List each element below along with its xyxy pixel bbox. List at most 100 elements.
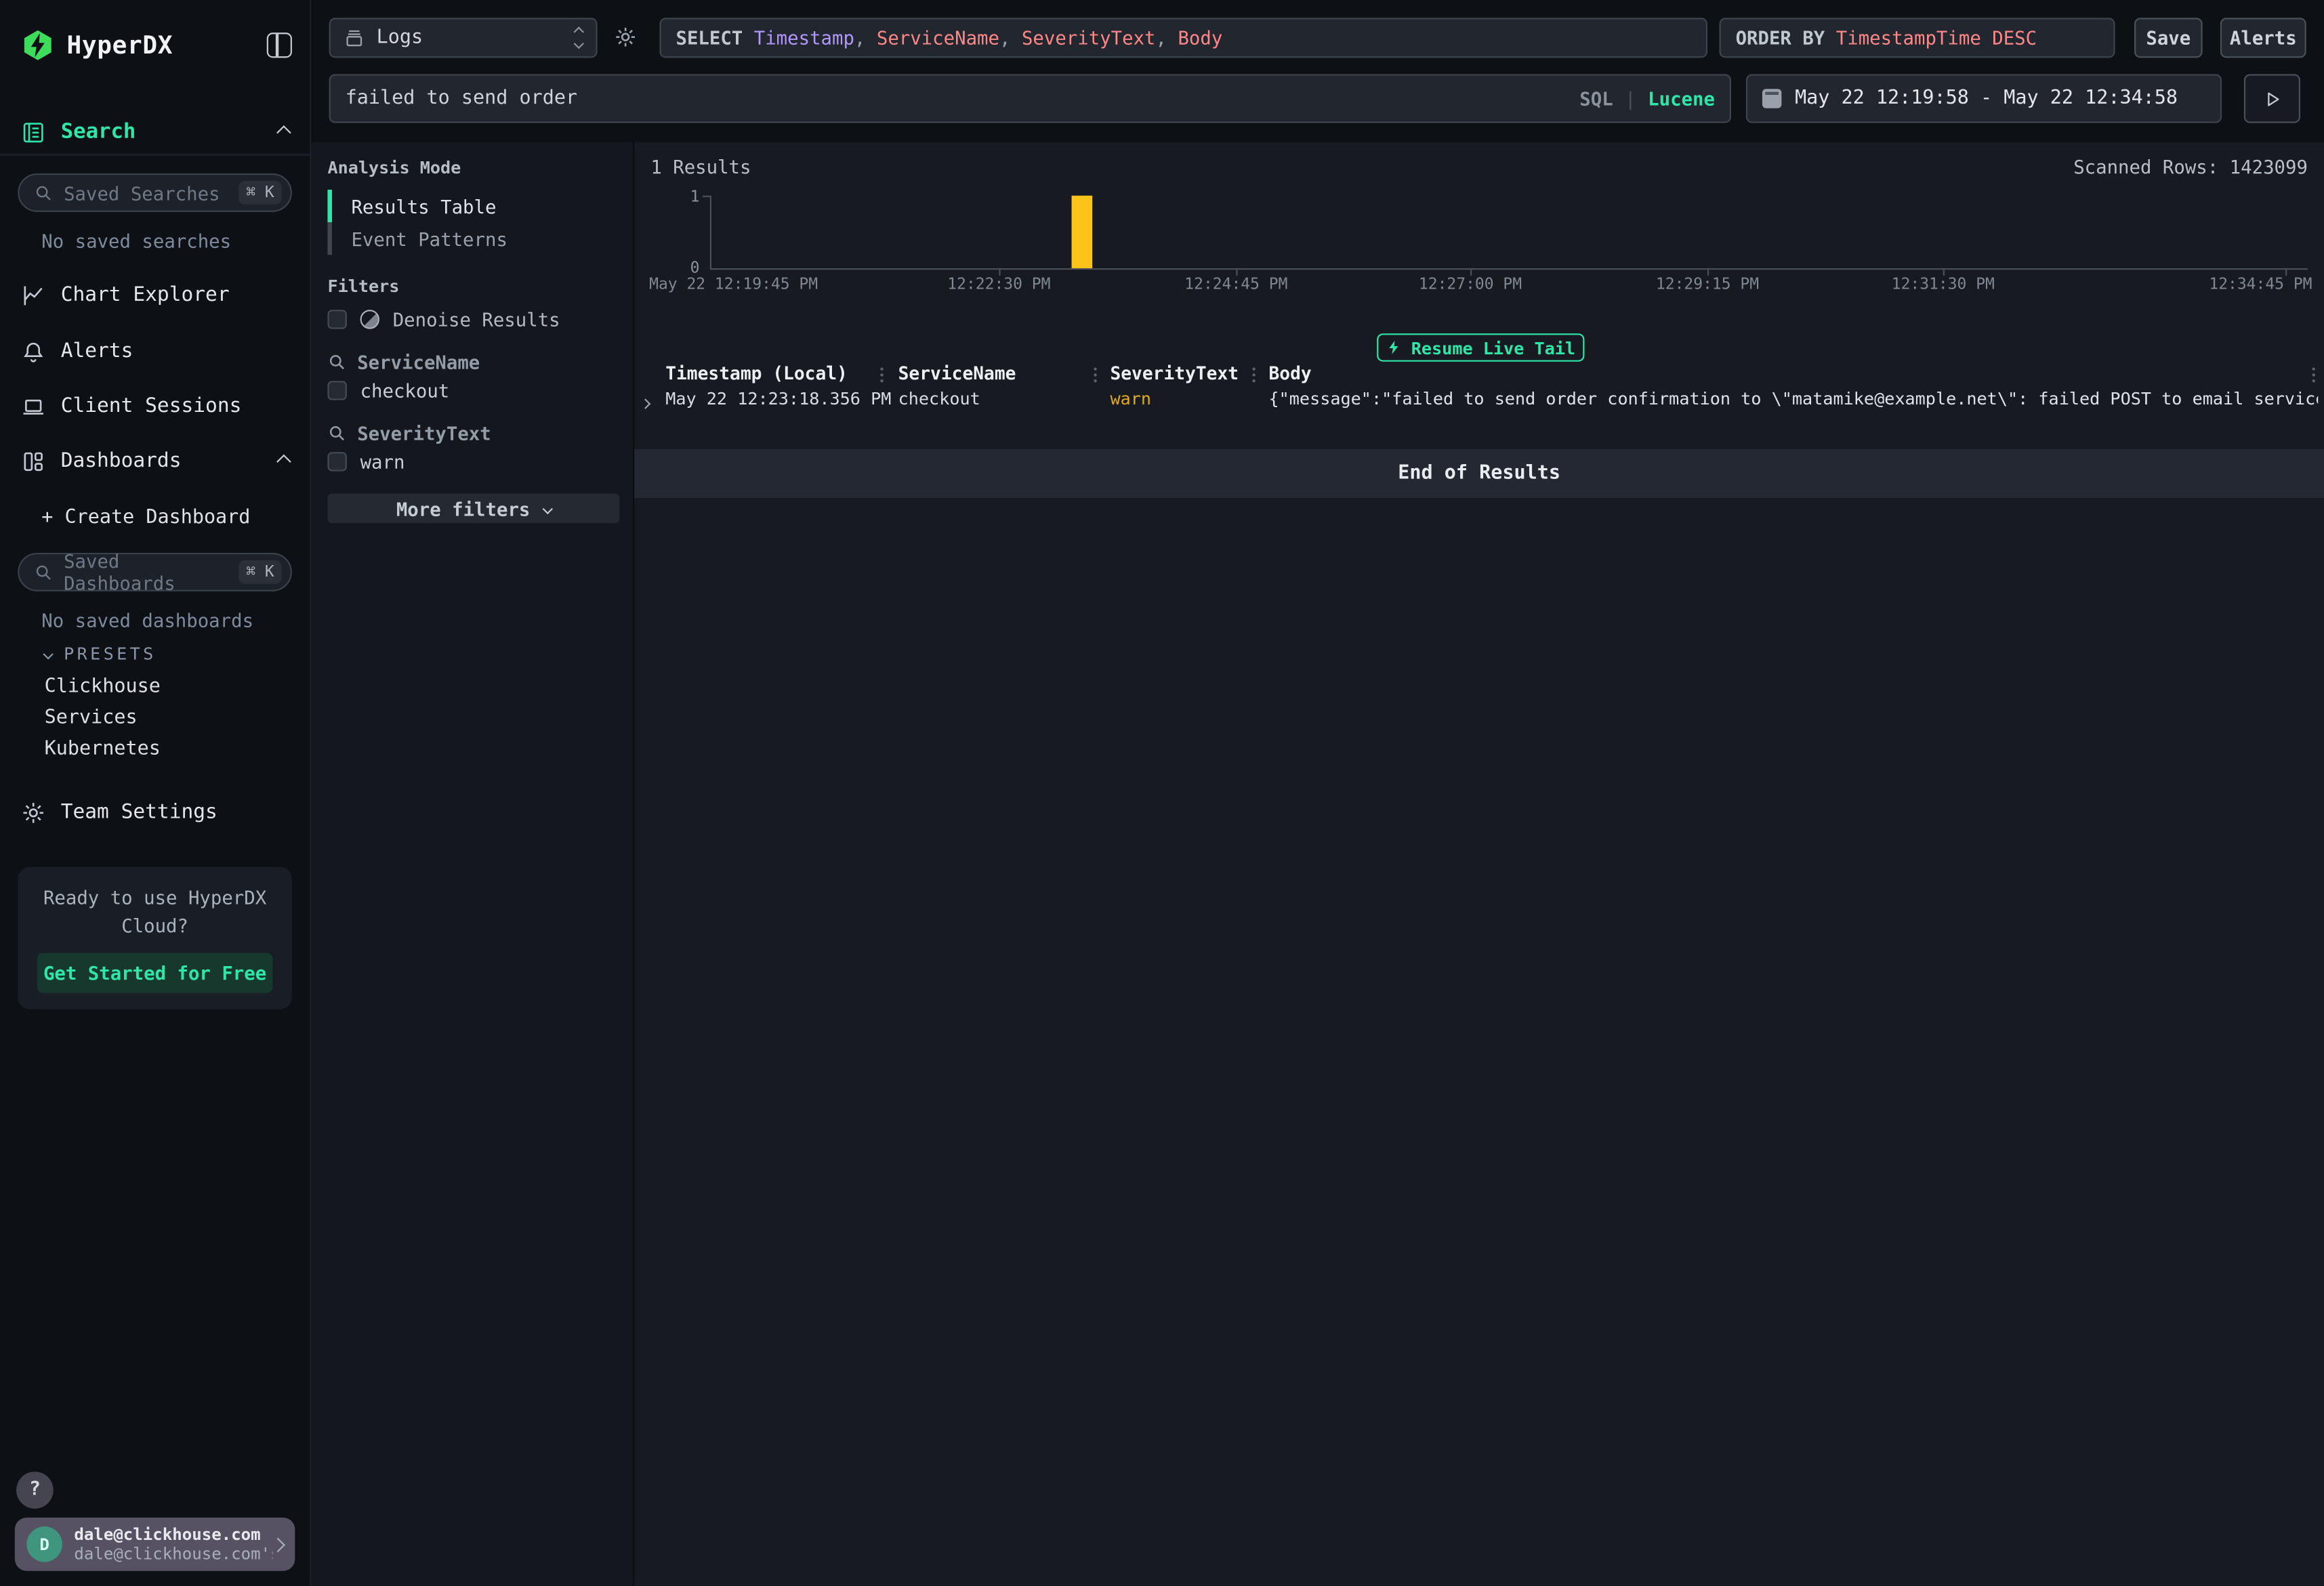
no-saved-searches-text: No saved searches bbox=[41, 230, 231, 252]
filter-option-warn: warn bbox=[327, 451, 404, 473]
sql-field: SeverityText bbox=[1022, 26, 1156, 49]
shortcut-badge: ⌘ K bbox=[238, 560, 281, 584]
x-tick-label: 12:27:00 PM bbox=[1419, 276, 1522, 293]
cloud-promo-line1: Ready to use HyperDX bbox=[18, 883, 292, 912]
sidebar: HyperDX Search Saved Searches ⌘ K No sav… bbox=[0, 0, 311, 1586]
lucene-toggle[interactable]: Lucene bbox=[1648, 87, 1715, 110]
warn-checkbox[interactable] bbox=[327, 452, 346, 471]
y-axis bbox=[710, 196, 711, 268]
results-histogram[interactable]: 1 0 May 22 12:19:45 PM 12:22:30 PM 12:24… bbox=[634, 182, 2324, 298]
saved-dashboards-placeholder: Saved Dashboards bbox=[64, 550, 238, 595]
table-options-icon[interactable] bbox=[2312, 368, 2315, 383]
presets-header[interactable]: PRESETS bbox=[45, 643, 157, 664]
denoise-icon bbox=[360, 310, 379, 329]
cell-timestamp: May 22 12:23:18.356 PM bbox=[665, 388, 891, 409]
preset-clickhouse[interactable]: Clickhouse bbox=[45, 676, 161, 698]
sidebar-item-client-sessions[interactable]: Client Sessions bbox=[0, 390, 310, 422]
chart-icon bbox=[21, 283, 46, 308]
x-tick-label: 12:31:30 PM bbox=[1892, 276, 1995, 293]
analysis-mode-title: Analysis Mode bbox=[327, 157, 461, 178]
resume-live-tail-button[interactable]: Resume Live Tail bbox=[1377, 333, 1584, 362]
histogram-bar[interactable] bbox=[1072, 196, 1093, 268]
end-of-results-banner: End of Results bbox=[634, 449, 2324, 498]
filter-option-label[interactable]: warn bbox=[360, 451, 405, 473]
column-menu-icon[interactable] bbox=[1094, 368, 1096, 383]
run-query-button[interactable] bbox=[2244, 74, 2300, 123]
save-button[interactable]: Save bbox=[2134, 18, 2203, 58]
help-button[interactable]: ? bbox=[16, 1472, 54, 1509]
column-menu-icon[interactable] bbox=[1252, 368, 1255, 383]
source-select-value: Logs bbox=[377, 26, 423, 49]
user-menu[interactable]: D dale@clickhouse.com dale@clickhouse.co… bbox=[15, 1518, 295, 1571]
x-tick-label: 12:29:15 PM bbox=[1656, 276, 1759, 293]
scanned-rows: Scanned Rows: 1423099 bbox=[2073, 156, 2308, 178]
source-select[interactable]: Logs bbox=[329, 18, 598, 58]
sidebar-item-alerts[interactable]: Alerts bbox=[0, 335, 310, 367]
search-query-value: failed to send order bbox=[346, 87, 577, 110]
sql-field: ServiceName bbox=[877, 26, 999, 49]
avatar: D bbox=[26, 1526, 62, 1562]
sql-toggle[interactable]: SQL bbox=[1579, 87, 1613, 110]
y-axis-tick bbox=[703, 196, 710, 197]
chevron-down-icon bbox=[43, 648, 53, 659]
time-range-picker[interactable]: May 22 12:19:58 - May 22 12:34:58 bbox=[1746, 74, 2222, 123]
chevron-up-icon bbox=[276, 125, 291, 140]
saved-searches-input[interactable]: Saved Searches ⌘ K bbox=[18, 173, 292, 212]
gear-icon[interactable] bbox=[614, 25, 638, 49]
sidebar-divider bbox=[0, 154, 311, 156]
y-tick-label: 1 bbox=[679, 188, 700, 206]
sql-keyword: SELECT bbox=[676, 26, 743, 49]
sidebar-item-label: Search bbox=[61, 120, 136, 144]
results-panel: 1 Results Scanned Rows: 1423099 1 0 May … bbox=[633, 142, 2324, 1586]
brand-name: HyperDX bbox=[66, 31, 173, 60]
create-dashboard-button[interactable]: + Create Dashboard bbox=[41, 507, 250, 529]
select-columns-input[interactable]: SELECT Timestamp, ServiceName, SeverityT… bbox=[659, 18, 1707, 58]
checkout-checkbox[interactable] bbox=[327, 381, 346, 400]
chevron-right-icon bbox=[270, 1537, 285, 1552]
collapse-sidebar-icon[interactable] bbox=[267, 33, 292, 58]
table-row[interactable]: May 22 12:23:18.356 PM checkout warn {"m… bbox=[634, 388, 2324, 412]
col-timestamp[interactable]: Timestamp (Local) bbox=[665, 363, 848, 384]
search-icon bbox=[34, 183, 53, 202]
sidebar-item-chart-explorer[interactable]: Chart Explorer bbox=[0, 278, 310, 311]
table-header: Timestamp (Local) ServiceName SeverityTe… bbox=[634, 363, 2324, 387]
search-list-icon bbox=[21, 119, 46, 144]
filter-option-checkout: checkout bbox=[327, 379, 449, 402]
mode-event-patterns[interactable]: Event Patterns bbox=[327, 222, 609, 255]
mode-results-table[interactable]: Results Table bbox=[327, 190, 609, 222]
sidebar-item-label: Team Settings bbox=[61, 800, 217, 824]
denoise-checkbox[interactable] bbox=[327, 310, 346, 329]
preset-kubernetes[interactable]: Kubernetes bbox=[45, 738, 161, 760]
filter-group-label: SeverityText bbox=[357, 422, 491, 444]
search-icon bbox=[327, 353, 346, 372]
filter-option-label[interactable]: checkout bbox=[360, 379, 450, 402]
laptop-icon bbox=[21, 394, 46, 419]
sidebar-item-search[interactable]: Search bbox=[0, 116, 310, 148]
topbar: Logs SELECT Timestamp, ServiceName, Seve… bbox=[311, 0, 2324, 142]
sql-field: Body bbox=[1178, 26, 1222, 49]
expand-row-icon[interactable] bbox=[642, 392, 649, 413]
column-menu-icon[interactable] bbox=[880, 368, 883, 383]
calendar-icon bbox=[1762, 89, 1781, 108]
get-started-button[interactable]: Get Started for Free bbox=[37, 953, 273, 993]
col-body[interactable]: Body bbox=[1269, 363, 1312, 384]
alerts-button[interactable]: Alerts bbox=[2220, 18, 2306, 58]
col-servicename[interactable]: ServiceName bbox=[898, 363, 1016, 384]
saved-dashboards-input[interactable]: Saved Dashboards ⌘ K bbox=[18, 553, 292, 591]
cloud-promo-card: Ready to use HyperDX Cloud? Get Started … bbox=[18, 867, 292, 1009]
x-tick-label: 12:22:30 PM bbox=[947, 276, 1050, 293]
x-tick-label: May 22 12:19:45 PM bbox=[649, 276, 818, 293]
col-severitytext[interactable]: SeverityText bbox=[1110, 363, 1239, 384]
chevron-up-icon bbox=[276, 453, 291, 468]
sql-field: Timestamp bbox=[754, 26, 854, 49]
preset-services[interactable]: Services bbox=[45, 707, 138, 729]
cell-servicename: checkout bbox=[898, 388, 980, 409]
more-filters-button[interactable]: More filters bbox=[327, 493, 619, 523]
sidebar-item-dashboards[interactable]: Dashboards bbox=[0, 444, 310, 477]
sidebar-item-team-settings[interactable]: Team Settings bbox=[0, 796, 310, 829]
filter-group-label: ServiceName bbox=[357, 351, 480, 373]
order-by-input[interactable]: ORDER BY TimestampTime DESC bbox=[1720, 18, 2115, 58]
bell-icon bbox=[21, 339, 46, 364]
search-query-input[interactable]: failed to send order SQL | Lucene bbox=[329, 74, 1731, 123]
sidebar-item-label: Dashboards bbox=[61, 449, 182, 473]
